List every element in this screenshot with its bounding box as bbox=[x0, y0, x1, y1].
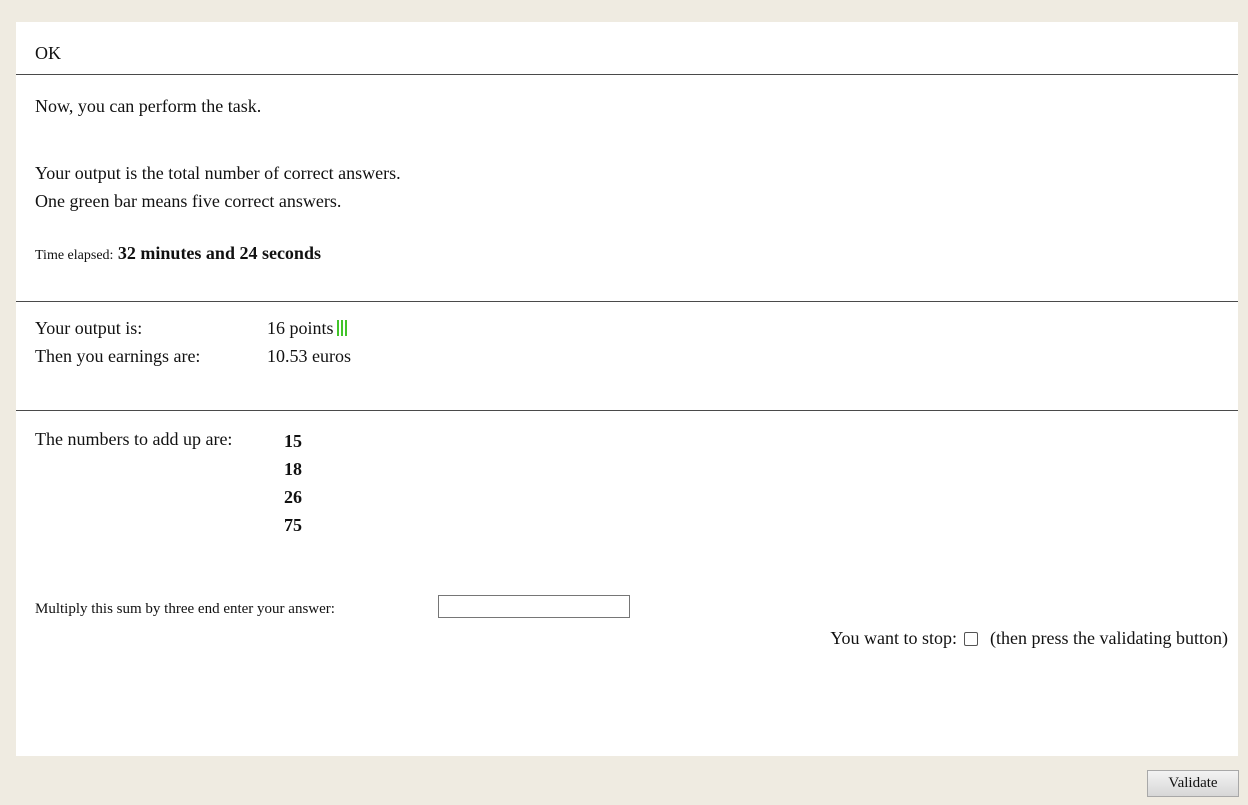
answer-input[interactable] bbox=[438, 595, 630, 618]
stop-checkbox[interactable] bbox=[964, 631, 979, 646]
main-panel: OK Now, you can perform the task. Your o… bbox=[16, 22, 1238, 756]
status-text: OK bbox=[35, 43, 61, 63]
number-item: 15 bbox=[284, 431, 302, 451]
green-bar bbox=[340, 320, 343, 336]
divider bbox=[16, 301, 1238, 302]
output-value-row: 16 points bbox=[267, 316, 349, 340]
info-line-2: One green bar means five correct answers… bbox=[35, 191, 342, 211]
validate-button[interactable]: Validate bbox=[1147, 770, 1239, 797]
info-line-1: Your output is the total number of corre… bbox=[35, 163, 401, 183]
number-item: 75 bbox=[284, 515, 302, 535]
divider bbox=[16, 74, 1238, 75]
number-item: 18 bbox=[284, 459, 302, 479]
stop-label: You want to stop: bbox=[830, 628, 958, 648]
numbers-list: 15 18 26 75 bbox=[284, 427, 302, 539]
answer-prompt: Multiply this sum by three end enter you… bbox=[35, 601, 335, 617]
number-item: 26 bbox=[284, 487, 302, 507]
stop-note: (then press the validating button) bbox=[990, 628, 1228, 648]
timer-value: 32 minutes and 24 seconds bbox=[117, 243, 321, 263]
green-bar bbox=[344, 320, 347, 336]
green-bars bbox=[336, 318, 349, 336]
divider bbox=[16, 410, 1238, 411]
intro-text: Now, you can perform the task. bbox=[35, 96, 262, 116]
earnings-value: 10.53 euros bbox=[267, 346, 351, 366]
output-label: Your output is: bbox=[35, 318, 143, 338]
green-bar bbox=[336, 320, 339, 336]
timer-row: Time elapsed: 32 minutes and 24 seconds bbox=[35, 242, 321, 267]
output-value: 16 points bbox=[267, 318, 334, 338]
earnings-label: Then you earnings are: bbox=[35, 346, 201, 366]
timer-label: Time elapsed: bbox=[35, 248, 114, 263]
stop-row: You want to stop: (then press the valida… bbox=[830, 628, 1228, 649]
numbers-label: The numbers to add up are: bbox=[35, 429, 233, 449]
